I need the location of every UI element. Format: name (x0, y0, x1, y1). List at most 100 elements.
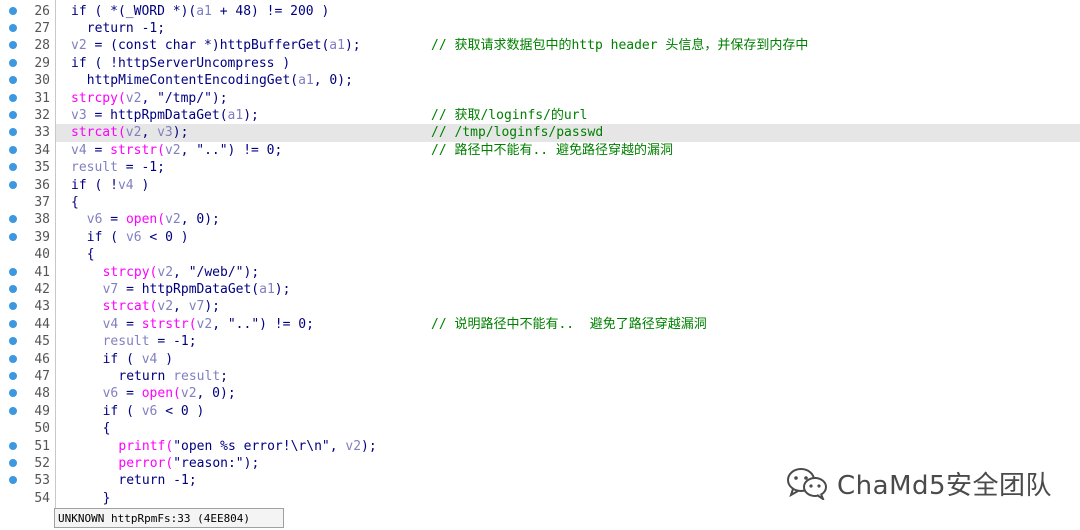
code-text[interactable]: v2 = (const char *)httpBufferGet(a1); (71, 37, 361, 54)
code-text[interactable]: { (103, 420, 111, 437)
code-text[interactable]: result = -1; (71, 159, 165, 176)
breakpoint-dot-icon[interactable] (9, 215, 17, 224)
variable[interactable]: result (71, 160, 118, 175)
function-call[interactable]: perror( (118, 456, 173, 471)
code-token[interactable]: = httpRpmDataGet( (87, 108, 227, 123)
variable[interactable]: a1 (259, 282, 275, 297)
code-token[interactable]: ); (361, 439, 377, 454)
variable[interactable]: v3 (157, 125, 173, 140)
code-text[interactable]: v4 = strstr(v2, "..") != 0; (71, 142, 282, 159)
breakpoint-dot-icon[interactable] (9, 23, 17, 32)
variable[interactable]: a1 (196, 4, 212, 19)
variable[interactable]: result (173, 369, 220, 384)
breakpoint-dot-icon[interactable] (9, 58, 17, 67)
code-token[interactable]: if ( !httpServerUncompress ) (71, 56, 290, 71)
code-text[interactable]: return result; (118, 368, 228, 385)
variable[interactable]: a1 (228, 108, 244, 123)
code-token[interactable]: if ( ! (71, 178, 118, 193)
code-text[interactable]: { (71, 194, 79, 211)
code-line[interactable]: 43 strcat(v2, v7); (0, 298, 1080, 315)
code-line[interactable]: 34 v4 = strstr(v2, "..") != 0; // 路径中不能有..… (0, 142, 1080, 159)
breakpoint-dot-icon[interactable] (9, 93, 17, 102)
breakpoint-dot-icon[interactable] (9, 232, 17, 241)
code-line[interactable]: 27 return -1; (0, 20, 1080, 37)
code-line[interactable]: 37 { (0, 194, 1080, 211)
code-token[interactable]: if ( (87, 230, 126, 245)
breakpoint-dot-icon[interactable] (9, 128, 17, 137)
code-token[interactable]: = (87, 143, 110, 158)
variable[interactable]: v4 (103, 317, 119, 332)
code-text[interactable]: if ( v6 < 0 ) (103, 403, 205, 420)
code-token[interactable]: , 0); (314, 73, 353, 88)
variable[interactable]: a1 (329, 38, 345, 53)
breakpoint-dot-icon[interactable] (9, 406, 17, 415)
breakpoint-dot-icon[interactable] (9, 476, 17, 485)
breakpoint-dot-icon[interactable] (9, 371, 17, 380)
code-line[interactable]: 32 v3 = httpRpmDataGet(a1); // 获取/loginfs/… (0, 107, 1080, 124)
code-token[interactable]: ); (173, 125, 189, 140)
function-call[interactable]: strstr( (142, 317, 197, 332)
breakpoint-dot-icon[interactable] (9, 110, 17, 119)
code-line[interactable]: 42 v7 = httpRpmDataGet(a1); (0, 281, 1080, 298)
code-token[interactable]: = (118, 386, 141, 401)
variable[interactable]: v7 (103, 282, 119, 297)
variable[interactable]: v2 (126, 91, 142, 106)
code-text[interactable]: v6 = open(v2, 0); (103, 385, 236, 402)
function-call[interactable]: open( (126, 212, 165, 227)
code-line[interactable]: 28 v2 = (const char *)httpBufferGet(a1); /… (0, 37, 1080, 54)
function-call[interactable]: printf( (118, 439, 173, 454)
code-token[interactable]: return -1; (118, 473, 196, 488)
code-token[interactable]: if ( *(_WORD *)( (71, 4, 196, 19)
code-line[interactable]: 35 result = -1; (0, 159, 1080, 176)
code-line[interactable]: 44 v4 = strstr(v2, "..") != 0; // 说明路径中不能有… (0, 316, 1080, 333)
code-text[interactable]: strcpy(v2, "/web/"); (103, 264, 260, 281)
code-line[interactable]: 40 { (0, 246, 1080, 263)
code-line[interactable]: 49 if ( v6 < 0 ) (0, 403, 1080, 420)
code-token[interactable]: , 0); (197, 386, 236, 401)
breakpoint-dot-icon[interactable] (9, 284, 17, 293)
code-token[interactable]: return (118, 369, 173, 384)
breakpoint-dot-icon[interactable] (9, 145, 17, 154)
variable[interactable]: v6 (142, 404, 158, 419)
code-token[interactable]: , (173, 299, 189, 314)
code-line[interactable]: 51 printf("open %s error!\r\n", v2); (0, 438, 1080, 455)
code-line[interactable]: 36 if ( !v4 ) (0, 177, 1080, 194)
breakpoint-dot-icon[interactable] (9, 180, 17, 189)
variable[interactable]: result (103, 334, 150, 349)
breakpoint-dot-icon[interactable] (9, 458, 17, 467)
code-token[interactable]: + 48) != 200 ) (212, 4, 330, 19)
code-text[interactable]: if ( v6 < 0 ) (87, 229, 189, 246)
variable[interactable]: v2 (157, 299, 173, 314)
code-text[interactable]: if ( !httpServerUncompress ) (71, 55, 290, 72)
code-token[interactable]: ); (243, 108, 259, 123)
code-line[interactable]: 26 if ( *(_WORD *)(a1 + 48) != 200 ) (0, 3, 1080, 20)
breakpoint-dot-icon[interactable] (9, 354, 17, 363)
code-line[interactable]: 50 { (0, 420, 1080, 437)
code-token[interactable]: , "..") != 0; (181, 143, 283, 158)
variable[interactable]: v2 (181, 386, 197, 401)
code-line[interactable]: 48 v6 = open(v2, 0); (0, 385, 1080, 402)
breakpoint-dot-icon[interactable] (9, 302, 17, 311)
variable[interactable]: v7 (189, 299, 205, 314)
breakpoint-dot-icon[interactable] (9, 389, 17, 398)
variable[interactable]: v2 (126, 125, 142, 140)
code-token[interactable]: ); (345, 38, 361, 53)
code-token[interactable]: { (103, 421, 111, 436)
code-token[interactable]: return -1; (87, 21, 165, 36)
code-text[interactable]: if ( *(_WORD *)(a1 + 48) != 200 ) (71, 3, 329, 20)
variable[interactable]: v4 (118, 178, 134, 193)
code-token[interactable]: ); (275, 282, 291, 297)
code-line[interactable]: 39 if ( v6 < 0 ) (0, 229, 1080, 246)
code-token[interactable]: = (118, 317, 141, 332)
code-token[interactable]: if ( (103, 404, 142, 419)
function-call[interactable]: strcat( (103, 299, 158, 314)
code-token[interactable]: = -1; (118, 160, 165, 175)
code-token[interactable]: ); (204, 299, 220, 314)
code-text[interactable]: v4 = strstr(v2, "..") != 0; (103, 316, 314, 333)
code-text[interactable]: if ( v4 ) (103, 351, 173, 368)
variable[interactable]: v2 (197, 317, 213, 332)
variable[interactable]: v2 (345, 439, 361, 454)
function-call[interactable]: strstr( (110, 143, 165, 158)
breakpoint-dot-icon[interactable] (9, 41, 17, 50)
code-token[interactable]: { (71, 195, 79, 210)
